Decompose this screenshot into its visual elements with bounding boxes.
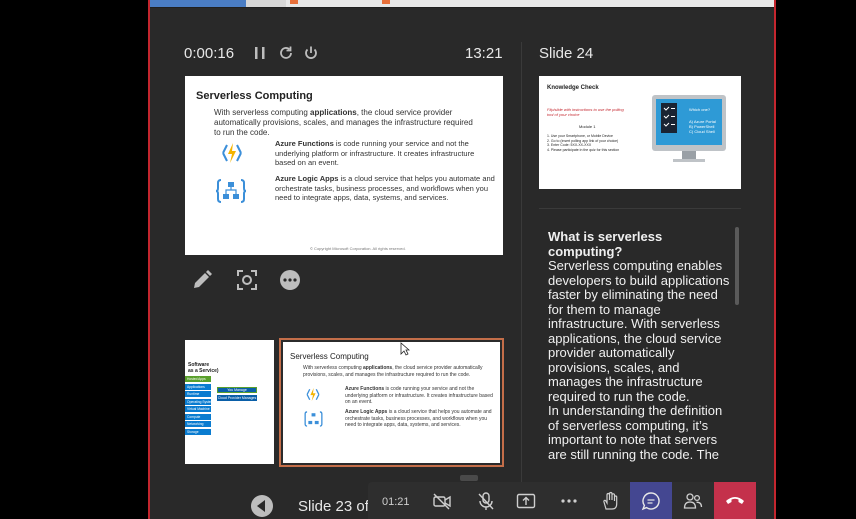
intro-text: With serverless computing [214,108,311,117]
thumb-intro-b: applications [363,365,393,371]
screen: 0:00:16 13:21 Serverless Computing With … [0,0,856,519]
stack-layer: Storage [185,428,211,435]
elapsed-timer: 0:00:16 [184,45,235,62]
clock: 13:21 [465,45,503,62]
thumbnail-content: Serverless Computing With serverless com… [283,342,500,463]
next-slide-preview[interactable]: Knowledge Check Flip/slide with instruct… [539,76,741,189]
stack-layer: Applications [185,383,211,390]
presenter-window: 0:00:16 13:21 Serverless Computing With … [148,0,776,519]
thumbnail-scroll-handle[interactable] [460,475,478,481]
preview-instructions: Flip/slide with instructions to use the … [547,107,624,117]
logic-apps-label: Azure Logic Apps [275,174,339,183]
preview-step: 4. Please participate in the quiz for th… [547,147,620,152]
call-duration: 01:21 [382,496,410,508]
participants-icon[interactable] [683,491,703,511]
thumb-title-line2: as a Service) [188,368,219,374]
tab-favicon [290,0,298,4]
share-screen-icon[interactable] [516,491,536,511]
notes-divider [539,208,741,209]
tab-favicon [382,0,390,4]
thumb-title: Software as a Service) [188,362,219,374]
logic-apps-text: Azure Logic Apps is a cloud service that… [275,174,495,203]
browser-tab-strip [150,0,774,8]
azure-functions-text: Azure Functions is code running your ser… [275,139,495,168]
notes-question: What is serverless computing? [548,229,663,259]
slide-counter: Slide 23 of [298,498,369,515]
notes-paragraph-2: In understanding the definition of serve… [548,403,723,462]
slide-title: Serverless Computing [196,90,313,102]
preview-title: Knowledge Check [547,85,599,91]
mic-off-icon[interactable] [476,491,496,511]
notes-paragraph-1: Serverless computing enables developers … [548,258,730,404]
meeting-controls-bar: 01:21 [368,482,756,519]
slide-thumbnail-23[interactable]: Serverless Computing With serverless com… [279,338,504,467]
more-actions-icon[interactable] [559,491,579,511]
quiz-question: Which one? [689,107,711,112]
chat-icon [641,491,661,511]
preview-steps: 1. Use your Smartphone, or Mobile Device… [547,134,647,152]
intro-emphasis: applications [310,108,357,117]
pen-icon[interactable] [190,268,214,292]
azure-functions-label: Azure Functions [275,139,334,148]
preview-module: Module 1 [579,124,596,129]
previous-slide-button[interactable] [250,494,274,518]
zoom-focus-icon[interactable] [235,268,259,292]
thumb-logic-icon [303,410,324,428]
thumb-functions-text: Azure Functions is code running your ser… [345,386,495,406]
logic-apps-icon [215,177,247,205]
service-stack: Hosted Apps Applications Runtime Operating … [185,376,211,436]
you-manage-box: You Manage [217,387,257,393]
camera-off-icon[interactable] [432,491,452,511]
mouse-cursor-icon [400,342,410,356]
azure-functions-icon [217,140,247,166]
thumb-slide-title: Serverless Computing [290,352,369,361]
tab-active[interactable] [150,0,246,7]
thumb-logic-label: Azure Logic Apps [345,409,388,415]
chat-button[interactable] [630,482,672,519]
tab-4[interactable] [368,0,774,7]
speaker-notes[interactable]: What is serverless computing? Serverless… [548,229,734,462]
thumb-func-label: Azure Functions [345,386,385,392]
more-options-icon[interactable] [278,268,302,292]
power-icon[interactable] [302,44,320,62]
thumb-intro: With serverless computing applications, … [303,365,488,378]
stack-layer: Hosted Apps [185,376,211,382]
pane-divider[interactable] [521,42,522,502]
quiz-monitor-icon: Which one? A) Azure Portal B) PowerShell… [649,92,729,166]
stack-layer: Compute [185,413,211,420]
slide-thumbnail-22[interactable]: Software as a Service) Hosted Apps Applic… [185,340,274,464]
hang-up-icon [724,493,746,507]
stack-layer: Runtime [185,391,211,397]
thumb-functions-icon [303,386,323,403]
slide-intro: With serverless computing applications, … [214,108,474,138]
restart-icon[interactable] [277,44,295,62]
raise-hand-icon[interactable] [600,491,620,511]
leave-call-button[interactable] [714,482,756,519]
stack-layer: Virtual Machine [185,406,211,412]
slide-footer: © Copyright Microsoft Corporation. All r… [310,246,406,251]
thumb-intro-a: With serverless computing [303,365,364,371]
current-slide: Serverless Computing With serverless com… [185,76,503,255]
notes-scrollbar[interactable] [735,227,739,305]
thumb-logic-text: Azure Logic Apps is a cloud service that… [345,409,495,429]
tab-2[interactable] [246,0,286,7]
pause-icon[interactable] [251,44,269,62]
tab-3[interactable] [286,0,368,7]
provider-manages-box: Cloud Provider Manages [217,395,257,401]
stack-layer: Operating System [185,398,211,405]
quiz-option-c: C) Cloud Shell [689,129,715,134]
stack-layer: Networking [185,421,211,427]
next-slide-label: Slide 24 [539,45,594,62]
